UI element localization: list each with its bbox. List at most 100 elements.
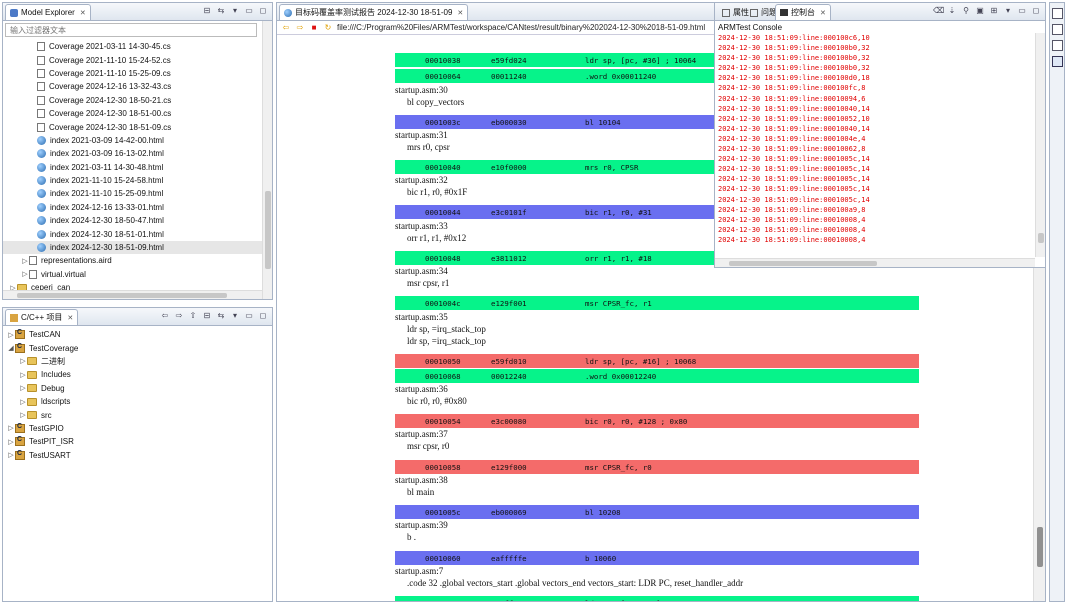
html-file-icon: [37, 216, 46, 226]
model-explorer-scrollbar[interactable]: [262, 21, 272, 299]
maximize-icon[interactable]: ◻: [258, 311, 268, 321]
project-tree-item[interactable]: ▷ src: [7, 408, 268, 421]
filter-input[interactable]: [5, 23, 257, 37]
collapse-all-icon[interactable]: ⊟: [202, 6, 212, 16]
tree-item[interactable]: Coverage 2021-11-10 15-24-52.cs: [3, 53, 262, 66]
project-tree-item[interactable]: ▷ TestUSART: [7, 449, 268, 462]
code-asm: ldr sp, [pc, #16] ; 10068: [585, 356, 697, 366]
project-tree-item[interactable]: ▷ ldscripts: [7, 395, 268, 408]
tree-item[interactable]: index 2021-11-10 15-25-09.html: [3, 187, 262, 200]
pin-console-icon[interactable]: ⚲: [961, 6, 971, 16]
back-icon[interactable]: ⇦: [160, 311, 170, 321]
expand-twisty-icon[interactable]: ▷: [7, 451, 15, 459]
console-hscrollbar[interactable]: [715, 258, 1035, 267]
model-explorer-title: Model Explorer: [21, 8, 75, 17]
console-scrollbar[interactable]: [1035, 33, 1045, 257]
tree-item[interactable]: index 2024-12-30 18-51-09.html: [3, 240, 262, 255]
open-console-icon[interactable]: ⊞: [989, 6, 999, 16]
tab-report[interactable]: 目标码覆盖率测试报告 2024-12-30 18-51-09 ✕: [279, 4, 469, 20]
code-addr: 00010000: [425, 599, 461, 602]
tree-item[interactable]: index 2021-03-11 14-30-48.html: [3, 161, 262, 174]
scrollbar-thumb[interactable]: [1037, 527, 1043, 567]
tree-item[interactable]: index 2021-03-09 16-13-02.html: [3, 147, 262, 160]
link-editor-icon[interactable]: ⇆: [216, 6, 226, 16]
close-icon[interactable]: ✕: [67, 314, 73, 322]
expand-twisty-icon[interactable]: ▷: [7, 424, 15, 432]
console-view-icon[interactable]: [1051, 56, 1063, 67]
view-menu-icon[interactable]: ▾: [230, 311, 240, 321]
model-explorer-hscrollbar[interactable]: [3, 290, 262, 299]
expand-twisty-icon[interactable]: ▷: [7, 438, 15, 446]
view-menu-icon[interactable]: ▾: [230, 6, 240, 16]
html-file-icon: [37, 135, 46, 145]
project-tree-item[interactable]: ▷ 二进制: [7, 355, 268, 368]
expand-twisty-icon[interactable]: ▷: [21, 270, 29, 278]
tree-item[interactable]: index 2024-12-30 18-51-01.html: [3, 227, 262, 240]
hscrollbar-thumb[interactable]: [729, 261, 877, 266]
back-icon[interactable]: ⇦: [281, 23, 291, 33]
restore-icon[interactable]: [1051, 8, 1063, 19]
project-tree-item[interactable]: ▷ Debug: [7, 382, 268, 395]
tree-item[interactable]: Coverage 2024-12-16 13-32-43.cs: [3, 80, 262, 93]
tree-item[interactable]: index 2021-11-10 15-24-58.html: [3, 174, 262, 187]
refresh-icon[interactable]: ↻: [323, 23, 333, 33]
expand-twisty-icon[interactable]: ▷: [19, 411, 27, 419]
close-icon[interactable]: ✕: [80, 9, 86, 17]
console-pane: 属性 问题 控制台 ✕ ⌫ ⇣ ⚲ ▣ ⊞ ▾ ▭ ◻ ARMTest Cons…: [714, 2, 1046, 268]
expand-twisty-icon[interactable]: ▷: [19, 384, 27, 392]
tree-item[interactable]: ▷ virtual.virtual: [3, 268, 262, 281]
up-icon[interactable]: ⇧: [188, 311, 198, 321]
scroll-lock-icon[interactable]: ⇣: [947, 6, 957, 16]
code-hex: e3811012: [491, 253, 527, 263]
expand-twisty-icon[interactable]: ▷: [19, 357, 27, 365]
maximize-icon[interactable]: ◻: [1031, 6, 1041, 16]
code-hex: e129f000: [491, 462, 527, 472]
tree-item[interactable]: Coverage 2021-11-10 15-25-09.cs: [3, 67, 262, 80]
project-tree-item[interactable]: ▷ TestPIT_ISR: [7, 435, 268, 448]
outline-icon[interactable]: [1051, 40, 1063, 51]
display-selected-console-icon[interactable]: ▣: [975, 6, 985, 16]
close-icon[interactable]: ✕: [457, 9, 463, 17]
view-menu-icon[interactable]: ▾: [1003, 6, 1013, 16]
tab-cpp-projects[interactable]: C/C++ 项目 ✕: [5, 309, 79, 325]
tree-item[interactable]: index 2024-12-30 18-50-47.html: [3, 214, 262, 227]
link-editor-icon[interactable]: ⇆: [216, 311, 226, 321]
tab-model-explorer[interactable]: Model Explorer ✕: [5, 4, 91, 20]
scrollbar-thumb[interactable]: [1038, 233, 1044, 243]
code-asm: bic r1, r0, #31: [585, 207, 652, 217]
tree-item[interactable]: index 2024-12-16 13-33-01.html: [3, 201, 262, 214]
expand-twisty-icon[interactable]: ▷: [7, 331, 15, 339]
minimize-icon[interactable]: ▭: [244, 6, 254, 16]
forward-icon[interactable]: ⇨: [295, 23, 305, 33]
expand-twisty-icon[interactable]: ◢: [7, 344, 15, 352]
close-icon[interactable]: ✕: [820, 9, 826, 17]
project-tree-item[interactable]: ▷ TestCAN: [7, 328, 268, 341]
forward-icon[interactable]: ⇨: [174, 311, 184, 321]
tree-item[interactable]: Coverage 2024-12-30 18-51-00.cs: [3, 107, 262, 120]
project-tree-item[interactable]: ▷ Includes: [7, 368, 268, 381]
folder-icon: [27, 411, 37, 420]
project-tree-item[interactable]: ◢ TestCoverage: [7, 341, 268, 354]
minimize-icon[interactable]: ▭: [1017, 6, 1027, 16]
maximize-icon[interactable]: ◻: [258, 6, 268, 16]
code-hex: e59fd024: [491, 55, 527, 65]
stop-icon[interactable]: ■: [309, 23, 319, 33]
clear-console-icon[interactable]: ⌫: [933, 6, 944, 16]
hscrollbar-thumb[interactable]: [17, 293, 227, 298]
tab-console[interactable]: 控制台 ✕: [775, 4, 831, 20]
expand-twisty-icon[interactable]: ▷: [19, 398, 27, 406]
tree-item[interactable]: ▷ representations.aird: [3, 254, 262, 267]
scrollbar-thumb[interactable]: [265, 191, 271, 269]
expand-twisty-icon[interactable]: ▷: [19, 371, 27, 379]
tree-item[interactable]: Coverage 2024-12-30 18-51-09.cs: [3, 120, 262, 133]
url-field[interactable]: file:///C:/Program%20Files/ARMTest/works…: [337, 23, 705, 32]
project-tree-item[interactable]: ▷ TestGPIO: [7, 422, 268, 435]
tree-item[interactable]: Coverage 2021-03-11 14-30-45.cs: [3, 40, 262, 53]
minimize-icon[interactable]: ▭: [244, 311, 254, 321]
collapse-all-icon[interactable]: ⊟: [202, 311, 212, 321]
expand-twisty-icon[interactable]: ▷: [21, 257, 29, 265]
tree-item[interactable]: Coverage 2024-12-30 18-50-21.cs: [3, 94, 262, 107]
tree-item[interactable]: index 2021-03-09 14-42-00.html: [3, 134, 262, 147]
console-line: 2024-12-30 18:51:09:line:00010052,10: [718, 114, 870, 123]
editor-icon[interactable]: [1051, 24, 1063, 35]
